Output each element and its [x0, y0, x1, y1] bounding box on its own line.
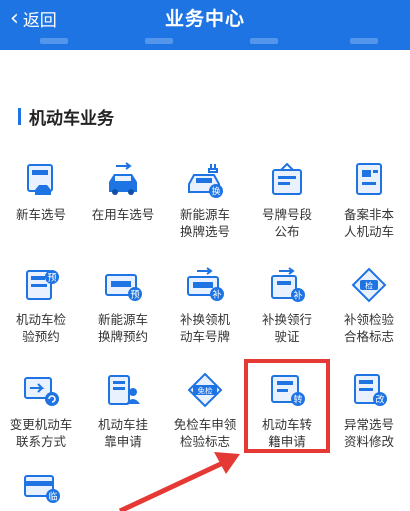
- service-label: 备案非本 人机动车: [343, 207, 394, 239]
- temporary-plate-icon: 临: [24, 475, 60, 503]
- vehicle-filing-icon: [356, 163, 382, 195]
- svg-text:检: 检: [365, 281, 373, 291]
- service-label: 补领检验 合格标志: [343, 312, 394, 344]
- contact-change-icon: [24, 377, 59, 406]
- service-item-license-replace[interactable]: 补 补换领行 驶证: [246, 265, 328, 345]
- service-label: 免检车申领 检验标志: [173, 417, 237, 449]
- svg-text:补: 补: [293, 290, 302, 302]
- section-accent-bar: [18, 108, 21, 125]
- service-label: 机动车挂 靠申请: [97, 417, 148, 449]
- service-label: 机动车检 验预约: [15, 312, 66, 344]
- service-item-plate-data-edit[interactable]: 改 异常选号 资料修改: [328, 370, 410, 450]
- plate-data-edit-icon: 改: [354, 374, 387, 406]
- service-item-exempt-sticker[interactable]: 免检 免检车申领 检验标志: [164, 370, 246, 450]
- plate-replace-icon: 补: [187, 267, 224, 301]
- new-car-plate-icon: [27, 164, 53, 195]
- service-label: 补换领行 驶证: [261, 312, 312, 344]
- section-title: 机动车业务: [18, 104, 114, 129]
- used-car-plate-icon: [109, 162, 137, 195]
- service-label: 补换领机 动车号牌: [179, 312, 230, 344]
- svg-text:改: 改: [375, 394, 384, 406]
- service-label: 新能源车 换牌选号: [179, 207, 230, 239]
- highlight-box: [244, 359, 330, 453]
- exempt-sticker-icon: 免检: [187, 372, 223, 408]
- inspection-booking-icon: 预: [26, 270, 59, 300]
- service-item-plate-range-notice[interactable]: 号牌号段 公布: [246, 160, 328, 240]
- service-label: 变更机动车 联系方式: [9, 417, 73, 449]
- service-item-inspection-sticker[interactable]: 检 补领检验 合格标志: [328, 265, 410, 345]
- svg-text:免检: 免检: [198, 386, 213, 396]
- service-item-plate-replace[interactable]: 补 补换领机 动车号牌: [164, 265, 246, 345]
- service-label: 在用车选号: [91, 207, 155, 222]
- service-item-temporary-plate[interactable]: 临: [0, 468, 82, 508]
- service-label: 号牌号段 公布: [261, 207, 312, 239]
- service-item-ev-plate-swap[interactable]: 换 新能源车 换牌选号: [164, 160, 246, 240]
- service-item-vehicle-filing[interactable]: 备案非本 人机动车: [328, 160, 410, 240]
- service-label: 新能源车 换牌预约: [97, 312, 148, 344]
- svg-text:预: 预: [130, 290, 139, 301]
- service-item-contact-change[interactable]: 变更机动车 联系方式: [0, 370, 82, 450]
- ev-plate-booking-icon: 预: [105, 274, 142, 301]
- svg-text:补: 补: [212, 289, 221, 301]
- header-banner-strip: [0, 34, 410, 50]
- app-header: ‹ 返回 业务中心: [0, 0, 410, 34]
- section-title-text: 机动车业务: [29, 109, 114, 129]
- service-item-inspection-booking[interactable]: 预 机动车检 验预约: [0, 265, 82, 345]
- svg-text:预: 预: [47, 273, 56, 284]
- service-item-ev-plate-booking[interactable]: 预 新能源车 换牌预约: [82, 265, 164, 345]
- license-replace-icon: 补: [271, 267, 305, 302]
- service-item-new-car-plate[interactable]: 新车选号: [0, 160, 82, 223]
- plate-range-notice-icon: [272, 162, 302, 195]
- page-title: 业务中心: [164, 8, 245, 30]
- inspection-sticker-icon: 检: [351, 267, 387, 303]
- service-item-used-car-plate[interactable]: 在用车选号: [82, 160, 164, 223]
- service-label: 异常选号 资料修改: [343, 417, 394, 449]
- svg-text:临: 临: [48, 491, 57, 503]
- service-label: 新车选号: [15, 207, 66, 222]
- service-item-affiliation[interactable]: 机动车挂 靠申请: [82, 370, 164, 450]
- ev-plate-swap-icon: 换: [188, 164, 223, 198]
- svg-text:换: 换: [211, 186, 220, 198]
- affiliation-icon: [108, 375, 140, 405]
